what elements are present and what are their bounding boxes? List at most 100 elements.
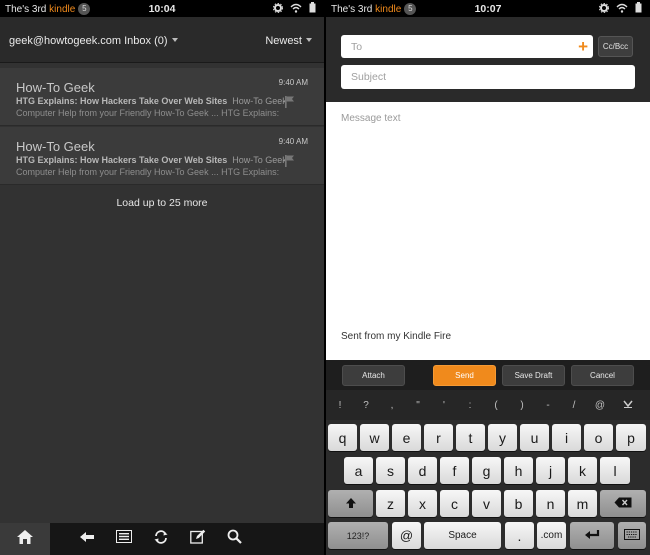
cancel-button[interactable]: Cancel	[571, 365, 634, 386]
message-time: 9:40 AM	[278, 78, 308, 87]
message-snippet: Computer Help from your Friendly How-To …	[16, 167, 280, 177]
key-r[interactable]: r	[424, 424, 453, 451]
gear-icon[interactable]	[272, 2, 284, 16]
message-row[interactable]: How-To Geek HTG Explains: How Hackers Ta…	[0, 68, 324, 126]
gear-icon[interactable]	[598, 2, 610, 16]
subject-field[interactable]: Subject	[341, 65, 635, 89]
send-button[interactable]: Send	[433, 365, 496, 386]
chevron-down-icon	[623, 400, 633, 411]
cc-bcc-button[interactable]: Cc/Bcc	[598, 36, 633, 57]
key-t[interactable]: t	[456, 424, 485, 451]
key-period[interactable]: .	[505, 522, 534, 549]
key-b[interactable]: b	[504, 490, 533, 517]
key-e[interactable]: e	[392, 424, 421, 451]
message-body-placeholder: Message text	[341, 113, 401, 124]
key-z[interactable]: z	[376, 490, 405, 517]
battery-icon[interactable]	[309, 2, 316, 16]
symbol-row: ! ? , " ' : ( ) - / @	[326, 390, 650, 420]
key-h[interactable]: h	[504, 457, 533, 484]
home-icon	[16, 529, 34, 550]
account-inbox-selector[interactable]: geek@howtogeek.com Inbox (0)	[9, 35, 178, 47]
keyboard-layout-key[interactable]	[618, 522, 646, 549]
bottom-nav-bar	[0, 523, 324, 555]
back-button[interactable]	[68, 523, 105, 555]
home-button[interactable]	[0, 523, 50, 555]
key-w[interactable]: w	[360, 424, 389, 451]
key-open-paren[interactable]: (	[486, 390, 506, 420]
key-exclamation[interactable]: !	[330, 390, 350, 420]
key-question[interactable]: ?	[356, 390, 376, 420]
key-n[interactable]: n	[536, 490, 565, 517]
key-at-symbol[interactable]: @	[590, 390, 610, 420]
key-comma[interactable]: ,	[382, 390, 402, 420]
key-c[interactable]: c	[440, 490, 469, 517]
key-v[interactable]: v	[472, 490, 501, 517]
backspace-key[interactable]	[600, 490, 646, 517]
compose-button[interactable]	[179, 523, 216, 555]
keyboard-collapse-button[interactable]	[618, 390, 638, 420]
key-m[interactable]: m	[568, 490, 597, 517]
add-recipient-icon[interactable]: +	[578, 37, 588, 57]
message-sender: How-To Geek	[16, 139, 95, 154]
key-g[interactable]: g	[472, 457, 501, 484]
message-subject-line: HTG Explains: How Hackers Take Over Web …	[16, 155, 287, 165]
attach-button[interactable]: Attach	[342, 365, 405, 386]
inbox-screen: The's 3rd kindle 5 10:04 geek@howtogeek.c…	[0, 0, 324, 555]
key-f[interactable]: f	[440, 457, 469, 484]
wifi-icon[interactable]	[616, 3, 628, 16]
key-d[interactable]: d	[408, 457, 437, 484]
compose-pencil-icon	[189, 529, 206, 549]
key-i[interactable]: i	[552, 424, 581, 451]
message-body-field[interactable]: Message text Sent from my Kindle Fire	[326, 102, 650, 360]
to-placeholder: To	[351, 40, 363, 53]
battery-icon[interactable]	[635, 2, 642, 16]
backspace-icon	[614, 497, 632, 510]
to-field[interactable]: To +	[341, 35, 593, 58]
refresh-icon	[153, 529, 169, 549]
shift-key[interactable]	[328, 490, 373, 517]
key-k[interactable]: k	[568, 457, 597, 484]
key-s[interactable]: s	[376, 457, 405, 484]
compose-header: To + Cc/Bcc Subject	[326, 17, 650, 102]
dotcom-key[interactable]: .com	[537, 522, 566, 549]
key-l[interactable]: l	[600, 457, 630, 484]
chevron-down-icon	[171, 38, 178, 42]
message-row[interactable]: How-To Geek HTG Explains: How Hackers Ta…	[0, 127, 324, 185]
key-at[interactable]: @	[392, 522, 421, 549]
flag-icon[interactable]	[284, 95, 296, 109]
key-j[interactable]: j	[536, 457, 565, 484]
chevron-down-icon	[306, 38, 312, 42]
load-more-button[interactable]: Load up to 25 more	[0, 197, 324, 209]
key-y[interactable]: y	[488, 424, 517, 451]
key-double-quote[interactable]: "	[408, 390, 428, 420]
wifi-icon[interactable]	[290, 3, 302, 16]
key-slash[interactable]: /	[564, 390, 584, 420]
search-icon	[227, 529, 242, 549]
space-key[interactable]: Space	[424, 522, 501, 549]
keyboard-icon	[624, 529, 640, 542]
signature-text: Sent from my Kindle Fire	[341, 331, 452, 342]
compose-action-bar: Attach Send Save Draft Cancel	[326, 360, 650, 390]
key-close-paren[interactable]: )	[512, 390, 532, 420]
key-x[interactable]: x	[408, 490, 437, 517]
key-q[interactable]: q	[328, 424, 357, 451]
message-snippet: Computer Help from your Friendly How-To …	[16, 108, 280, 118]
status-bar: The's 3rd kindle 5 10:04	[0, 0, 324, 17]
menu-button[interactable]	[105, 523, 142, 555]
key-hyphen[interactable]: -	[538, 390, 558, 420]
flag-icon[interactable]	[284, 154, 296, 168]
key-u[interactable]: u	[520, 424, 549, 451]
key-p[interactable]: p	[616, 424, 646, 451]
search-button[interactable]	[216, 523, 253, 555]
sort-selector[interactable]: Newest	[265, 35, 312, 47]
numbers-symbols-key[interactable]: 123!?	[328, 522, 388, 549]
key-single-quote[interactable]: '	[434, 390, 454, 420]
key-a[interactable]: a	[344, 457, 373, 484]
key-colon[interactable]: :	[460, 390, 480, 420]
status-bar: The's 3rd kindle 5 10:07	[326, 0, 650, 17]
back-arrow-icon	[79, 530, 95, 548]
refresh-button[interactable]	[142, 523, 179, 555]
key-o[interactable]: o	[584, 424, 613, 451]
enter-key[interactable]	[570, 522, 614, 549]
save-draft-button[interactable]: Save Draft	[502, 365, 565, 386]
